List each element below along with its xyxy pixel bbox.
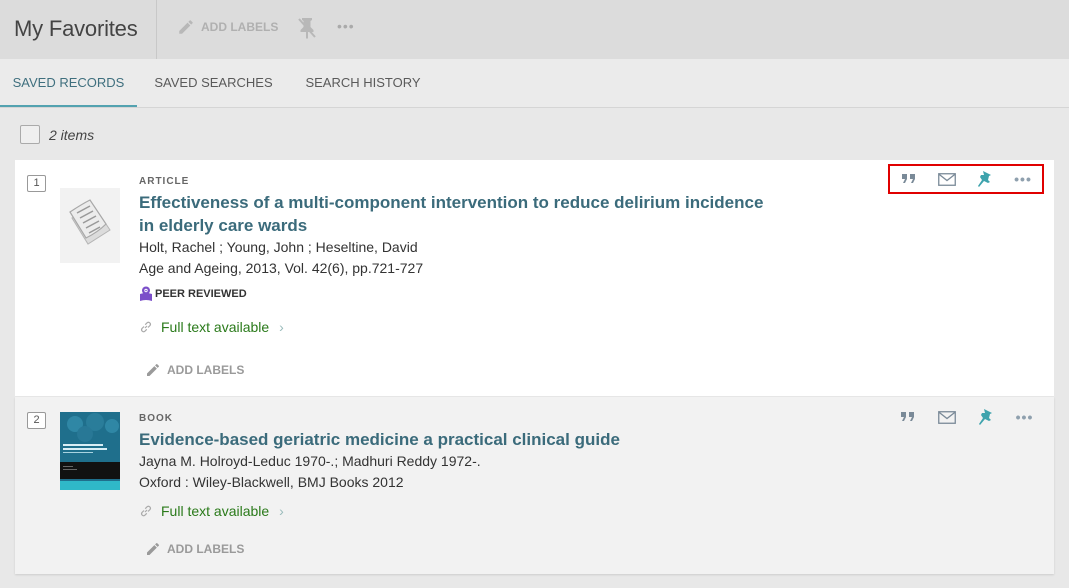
tab-saved-searches[interactable]: SAVED SEARCHES xyxy=(145,59,282,107)
book-cover-thumbnail[interactable] xyxy=(60,412,120,490)
page-title: My Favorites xyxy=(14,16,138,41)
article-thumbnail[interactable] xyxy=(60,188,120,263)
record-actions: ••• xyxy=(888,402,1044,432)
chevron-right-icon: › xyxy=(279,319,284,335)
tab-saved-records[interactable]: SAVED RECORDS xyxy=(0,59,137,107)
record-source: Age and Ageing, 2013, Vol. 42(6), pp.721… xyxy=(139,260,424,276)
email-button[interactable] xyxy=(935,406,959,428)
add-labels-label: ADD LABELS xyxy=(167,363,245,377)
record-details: BOOK Evidence-based geriatric medicine a… xyxy=(139,413,779,521)
record-item: 1 ARTICLE Effectiveness of a multi-compo… xyxy=(15,160,1054,396)
email-button[interactable] xyxy=(935,168,959,190)
peer-reviewed-label: PEER REVIEWED xyxy=(155,288,247,300)
pin-icon xyxy=(978,171,991,187)
cite-button[interactable] xyxy=(896,406,920,428)
record-number: 2 xyxy=(27,412,46,429)
chevron-right-icon: › xyxy=(279,503,284,519)
full-text-link[interactable]: Full text available › xyxy=(139,501,779,521)
full-text-link[interactable]: Full text available › xyxy=(139,317,779,337)
record-authors: Jayna M. Holroyd-Leduc 1970-.; Madhuri R… xyxy=(139,453,481,469)
add-labels-label: ADD LABELS xyxy=(167,542,245,556)
pencil-icon xyxy=(147,543,159,555)
select-all-checkbox[interactable] xyxy=(20,125,40,144)
link-icon xyxy=(141,505,151,517)
peer-reviewed-icon xyxy=(140,286,152,301)
tab-bar: SAVED RECORDS SAVED SEARCHES SEARCH HIST… xyxy=(0,59,1069,108)
more-icon: ••• xyxy=(337,18,355,34)
envelope-icon xyxy=(937,410,956,424)
unpin-record-button[interactable] xyxy=(974,406,998,428)
record-authors: Holt, Rachel ; Young, John ; Heseltine, … xyxy=(139,239,418,255)
unpin-record-button[interactable] xyxy=(973,168,997,190)
pin-icon xyxy=(978,409,992,425)
add-labels-button[interactable]: ADD LABELS xyxy=(177,18,278,36)
record-type: ARTICLE xyxy=(139,176,190,187)
record-title-link[interactable]: Effectiveness of a multi-component inter… xyxy=(139,191,779,237)
more-actions-button[interactable]: ••• xyxy=(1011,168,1035,190)
cite-button[interactable] xyxy=(897,168,921,190)
pencil-icon xyxy=(147,364,159,376)
availability-label: Full text available xyxy=(161,503,270,519)
envelope-icon xyxy=(938,172,956,186)
pencil-icon xyxy=(179,20,193,34)
tab-search-history[interactable]: SEARCH HISTORY xyxy=(298,59,428,107)
divider xyxy=(156,0,157,59)
top-bar: My Favorites ADD LABELS ••• xyxy=(0,0,1069,59)
more-actions-button[interactable]: ••• xyxy=(337,18,359,38)
document-icon xyxy=(60,188,120,263)
record-number: 1 xyxy=(27,175,46,192)
link-icon xyxy=(141,321,151,333)
record-actions: ••• xyxy=(888,164,1044,194)
items-count: 2 items xyxy=(49,127,95,143)
more-icon: ••• xyxy=(1015,409,1034,425)
add-labels-label: ADD LABELS xyxy=(201,20,279,34)
quote-icon xyxy=(902,174,915,183)
book-cover-image xyxy=(60,412,120,490)
peer-reviewed-badge: PEER REVIEWED xyxy=(139,286,779,302)
add-labels-button[interactable]: ADD LABELS xyxy=(145,541,244,557)
more-icon: ••• xyxy=(1014,171,1032,187)
unpin-icon xyxy=(298,18,316,39)
record-item: 2 BOOK Evidence-based geriatric medicine… xyxy=(15,397,1054,574)
record-title-link[interactable]: Evidence-based geriatric medicine a prac… xyxy=(139,428,779,451)
more-actions-button[interactable]: ••• xyxy=(1013,406,1037,428)
record-details: ARTICLE Effectiveness of a multi-compone… xyxy=(139,176,779,337)
record-type: BOOK xyxy=(139,413,173,424)
unpin-button[interactable] xyxy=(296,16,318,40)
record-source: Oxford : Wiley-Blackwell, BMJ Books 2012 xyxy=(139,474,404,490)
quote-icon xyxy=(900,412,914,421)
availability-label: Full text available xyxy=(161,319,270,335)
add-labels-button[interactable]: ADD LABELS xyxy=(145,362,244,378)
